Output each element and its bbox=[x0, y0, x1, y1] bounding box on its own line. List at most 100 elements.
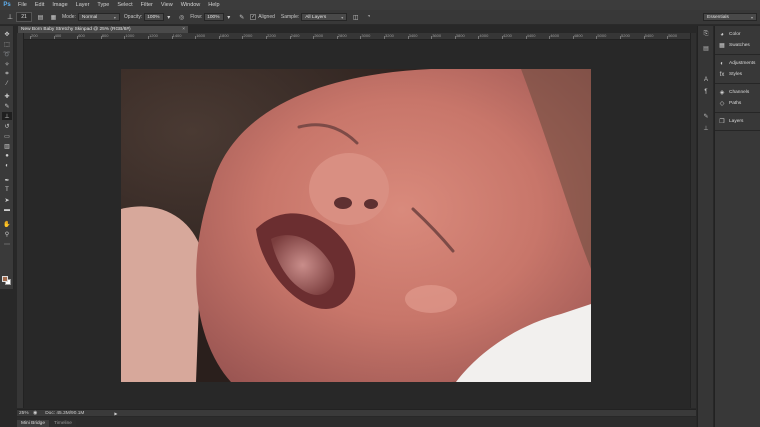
menu-edit[interactable]: Edit bbox=[31, 2, 48, 8]
panel-color[interactable]: ◕ Color bbox=[715, 29, 760, 40]
ruler-tick-label: 5400 bbox=[644, 33, 654, 38]
ruler-tick-label: 2600 bbox=[314, 33, 324, 38]
document-title: New Born Baby Stretchy Skinpad @ 25% (RG… bbox=[21, 27, 131, 32]
type-tool-icon[interactable]: T bbox=[2, 186, 12, 194]
ruler-tick-label: 2200 bbox=[267, 33, 276, 38]
move-tool-icon[interactable]: ✥ bbox=[2, 30, 12, 38]
ruler-tick bbox=[289, 36, 291, 39]
menu-image[interactable]: Image bbox=[48, 2, 71, 8]
ignore-adjustment-layers-icon[interactable]: ◫ bbox=[351, 13, 360, 22]
tab-timeline[interactable]: Timeline bbox=[50, 420, 76, 427]
gradient-tool-icon[interactable]: ▥ bbox=[2, 142, 12, 150]
ruler-tick-label: 2000 bbox=[243, 33, 253, 38]
ps-logo: Ps bbox=[3, 2, 11, 8]
panel-adjustments[interactable]: ◐ Adjustments bbox=[715, 58, 760, 69]
marquee-tool-icon[interactable]: ⬚ bbox=[2, 40, 12, 48]
adjustments-icon: ◐ bbox=[720, 60, 724, 67]
ruler-tick bbox=[124, 36, 126, 39]
character-icon[interactable]: A bbox=[701, 76, 711, 84]
hand-tool-icon[interactable]: ✋ bbox=[2, 220, 12, 228]
sample-value: All Layers bbox=[305, 14, 327, 20]
layers-icon: ❐ bbox=[719, 119, 725, 125]
document-tab[interactable]: New Born Baby Stretchy Skinpad @ 25% (RG… bbox=[18, 26, 188, 33]
flow-label: Flow: bbox=[190, 14, 203, 20]
history-icon[interactable]: ⎘ bbox=[701, 30, 711, 38]
panel-styles[interactable]: fx Styles bbox=[715, 69, 760, 80]
tools-panel: ✥ ⬚ ➰ ✧ ⌗ ⁄ ✚ ✎ ⊥ ↺ ▭ ▥ ● ◐ ✒ T ➤ ▬ ✋ ⚲ … bbox=[0, 26, 14, 289]
document-image[interactable] bbox=[121, 69, 591, 382]
ruler-tick-label: 800 bbox=[101, 33, 109, 38]
zoom-level[interactable]: 25% bbox=[17, 411, 33, 416]
brush-tool-icon[interactable]: ✎ bbox=[2, 102, 12, 110]
properties-icon[interactable]: ▤ bbox=[701, 44, 711, 52]
menu-file[interactable]: File bbox=[14, 2, 31, 8]
ruler-tick-label: 200 bbox=[31, 33, 38, 38]
close-icon[interactable]: × bbox=[182, 27, 185, 32]
crop-tool-icon[interactable]: ⌗ bbox=[2, 70, 12, 78]
ruler-tick bbox=[596, 36, 598, 39]
panel-label: Channels bbox=[729, 90, 750, 95]
mode-select[interactable]: Normal ▾ bbox=[77, 13, 120, 21]
dodge-tool-icon[interactable]: ◐ bbox=[2, 162, 12, 170]
ruler-tick-label: 3600 bbox=[432, 33, 442, 38]
ruler-tick-label: 3800 bbox=[455, 33, 465, 38]
ruler-tick-label: 1400 bbox=[172, 33, 182, 38]
workspace-select[interactable]: Essentials ▾ bbox=[703, 13, 757, 21]
menu-select[interactable]: Select bbox=[113, 2, 136, 8]
tab-mini-bridge[interactable]: Mini Bridge bbox=[17, 420, 49, 427]
pressure-size-icon[interactable]: ◔ bbox=[364, 13, 373, 22]
blur-tool-icon[interactable]: ● bbox=[2, 152, 12, 160]
chevron-down-icon[interactable]: ▾ bbox=[224, 13, 233, 22]
ruler-tick-label: 600 bbox=[78, 33, 85, 38]
panel-dock-icons: ⎘ ▤ A ¶ ✎ ⊥ bbox=[697, 26, 713, 427]
brush-presets-icon[interactable]: ✎ bbox=[701, 112, 711, 120]
status-menu-arrow-icon[interactable]: ▶ bbox=[114, 411, 117, 416]
brush-panel-icon[interactable]: ▤ bbox=[36, 13, 45, 22]
flow-field[interactable]: 100% bbox=[204, 13, 225, 21]
paragraph-icon[interactable]: ¶ bbox=[701, 88, 711, 96]
panel-swatches[interactable]: ▦ Swatches bbox=[715, 40, 760, 51]
clone-stamp-tool-icon[interactable]: ⊥ bbox=[2, 112, 12, 120]
shape-tool-icon[interactable]: ▬ bbox=[2, 206, 12, 214]
chevron-down-icon[interactable]: ▾ bbox=[164, 13, 173, 22]
eyedropper-tool-icon[interactable]: ⁄ bbox=[2, 80, 12, 88]
spot-healing-tool-icon[interactable]: ✚ bbox=[2, 92, 12, 100]
ruler-tick bbox=[502, 36, 503, 39]
airbrush-icon[interactable]: ✎ bbox=[237, 13, 246, 22]
menu-help[interactable]: Help bbox=[204, 2, 223, 8]
panel-paths[interactable]: ◇ Paths bbox=[715, 98, 760, 109]
eraser-tool-icon[interactable]: ▭ bbox=[2, 132, 12, 140]
panel-label: Styles bbox=[729, 72, 743, 77]
panel-channels[interactable]: ◈ Channels bbox=[715, 87, 760, 98]
history-brush-tool-icon[interactable]: ↺ bbox=[2, 122, 12, 130]
lasso-tool-icon[interactable]: ➰ bbox=[2, 50, 12, 58]
menu-type[interactable]: Type bbox=[93, 2, 113, 8]
canvas-area[interactable] bbox=[24, 41, 690, 408]
pen-tool-icon[interactable]: ✒ bbox=[2, 176, 12, 184]
ruler-tick bbox=[620, 36, 621, 39]
pressure-opacity-icon[interactable]: ◎ bbox=[177, 13, 186, 22]
ruler-tick bbox=[478, 36, 480, 39]
clone-stamp-preset-icon[interactable]: ⊥ bbox=[4, 12, 16, 22]
quick-select-tool-icon[interactable]: ✧ bbox=[2, 60, 12, 68]
more-tools-icon[interactable]: ⋯ bbox=[2, 240, 12, 248]
path-select-tool-icon[interactable]: ➤ bbox=[2, 196, 12, 204]
foreground-color-swatch[interactable] bbox=[2, 276, 8, 282]
menu-view[interactable]: View bbox=[157, 2, 177, 8]
clone-source-icon[interactable]: ▦ bbox=[49, 13, 58, 22]
ruler-tick bbox=[195, 36, 197, 39]
clone-source-panel-icon[interactable]: ⊥ bbox=[701, 124, 711, 132]
ruler-tick-label: 4400 bbox=[526, 33, 536, 38]
menu-filter[interactable]: Filter bbox=[137, 2, 157, 8]
opacity-field[interactable]: 100% bbox=[144, 13, 165, 21]
panel-layers[interactable]: ❐ Layers bbox=[715, 116, 760, 127]
ruler-tick bbox=[77, 36, 79, 39]
ruler-tick-label: 2800 bbox=[337, 33, 347, 38]
aligned-checkbox[interactable]: ✓ bbox=[250, 14, 257, 20]
vertical-scrollbar[interactable] bbox=[690, 33, 696, 408]
sample-select[interactable]: All Layers ▾ bbox=[301, 13, 348, 21]
menu-layer[interactable]: Layer bbox=[72, 2, 94, 8]
zoom-tool-icon[interactable]: ⚲ bbox=[2, 230, 12, 238]
menu-window[interactable]: Window bbox=[177, 2, 205, 8]
brush-size-picker[interactable]: 21 bbox=[16, 12, 32, 22]
